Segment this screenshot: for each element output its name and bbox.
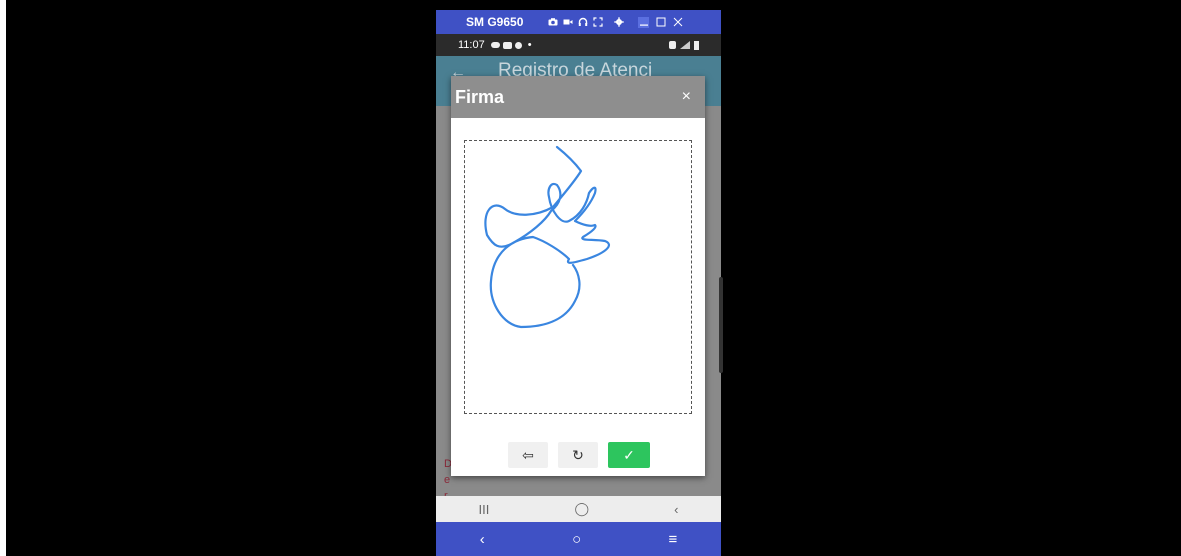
modal-close-icon[interactable]: × [682,88,691,106]
undo-button[interactable]: ⇦ [508,442,548,468]
home-button[interactable]: ◯ [574,501,589,517]
mirror-home-button[interactable]: ○ [572,531,581,548]
phone-mirror-window: SM G9650 11:07 • ← Registro de Atenci D … [436,10,721,556]
minimize-icon[interactable] [638,16,649,28]
left-edge-strip [0,0,6,556]
android-status-bar: 11:07 • [436,34,721,56]
signal-icon [680,41,690,49]
modal-header: Firma × [451,76,705,118]
clear-button[interactable]: ↻ [558,442,598,468]
chat-icon [514,41,522,49]
scroll-handle[interactable] [719,277,723,373]
signature-modal: Firma × ⇦ ↻ ✓ [451,76,705,476]
mirror-nav-bar: ‹ ○ ≡ [436,522,721,556]
mirror-back-button[interactable]: ‹ [480,531,485,548]
alarm-icon [669,41,676,49]
settings-icon[interactable] [614,17,624,27]
video-icon[interactable] [563,17,573,27]
youtube-icon [502,41,512,49]
signature-stroke [484,145,611,329]
battery-icon [694,40,699,50]
fullscreen-icon[interactable] [593,17,603,27]
back-button[interactable]: ‹ [674,502,678,517]
headphones-icon[interactable] [578,17,588,27]
status-time: 11:07 [458,39,485,51]
mirror-title-bar[interactable]: SM G9650 [436,10,721,34]
mirror-device-title: SM G9650 [466,15,524,29]
confirm-button[interactable]: ✓ [608,442,650,468]
signature-pad[interactable] [464,140,692,414]
recents-button[interactable]: III [479,502,490,517]
modal-actions: ⇦ ↻ ✓ [451,442,705,470]
android-nav-bar: III ◯ ‹ [436,496,721,522]
close-icon[interactable] [672,17,683,28]
cloud-icon [490,42,500,48]
mirror-menu-button[interactable]: ≡ [669,531,678,548]
status-dot: • [527,39,532,51]
camera-icon[interactable] [548,17,558,27]
maximize-icon[interactable] [655,17,666,28]
modal-title: Firma [455,87,505,107]
